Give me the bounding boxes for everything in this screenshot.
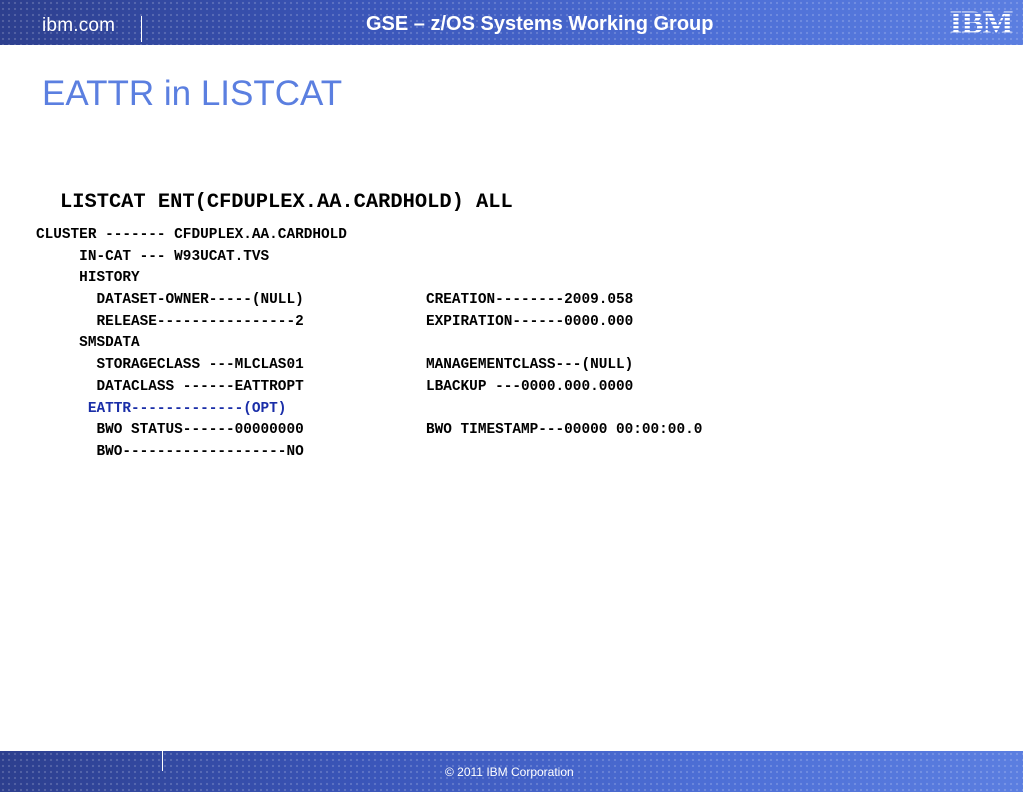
listing-right-text: EXPIRATION------0000.000: [426, 313, 634, 330]
header-bar: ibm.com GSE – z/OS Systems Working Group…: [0, 0, 1023, 45]
listing-right-text: MANAGEMENTCLASS---(NULL): [426, 357, 634, 374]
listcat-output: CLUSTER ------- CFDUPLEX.AA.CARDHOLD IN-…: [36, 225, 996, 464]
deck-title: GSE – z/OS Systems Working Group: [366, 13, 714, 35]
listing-line: DATASET-OWNER-----(NULL) CREATION--------…: [36, 290, 996, 312]
listcat-command: LISTCAT ENT(CFDUPLEX.AA.CARDHOLD) ALL: [60, 191, 513, 214]
svg-text:IBM: IBM: [950, 6, 1014, 36]
listing-left-text: DATASET-OWNER-----(NULL): [36, 292, 304, 309]
listing-line: EATTR-------------(OPT): [36, 399, 996, 421]
listing-line: HISTORY: [36, 268, 996, 290]
listing-line: BWO STATUS------00000000 BWO TIMESTAMP---…: [36, 420, 996, 442]
listing-right-text: BWO TIMESTAMP---00000 00:00:00.0: [426, 422, 703, 439]
listing-left-text: BWO-------------------NO: [36, 443, 304, 460]
footer-bar: © 2011 IBM Corporation: [0, 751, 1023, 792]
listing-left-text: STORAGECLASS ---MLCLAS01: [36, 357, 304, 374]
listing-left-text: CLUSTER ------- CFDUPLEX.AA.CARDHOLD: [36, 227, 347, 243]
site-label[interactable]: ibm.com: [42, 15, 115, 37]
listing-left-text: BWO STATUS------00000000: [36, 422, 304, 439]
listing-left-text: RELEASE----------------2: [36, 313, 304, 330]
listing-right-text: LBACKUP ---0000.000.0000: [426, 378, 634, 395]
ibm-logo: IBM: [950, 6, 1015, 36]
listing-left-text: SMSDATA: [36, 335, 140, 352]
listing-line: STORAGECLASS ---MLCLAS01 MANAGEMENTCLASS-…: [36, 355, 996, 377]
listing-right-text: CREATION--------2009.058: [426, 292, 634, 309]
listing-line: BWO-------------------NO: [36, 442, 996, 464]
listing-line: CLUSTER ------- CFDUPLEX.AA.CARDHOLD: [36, 225, 996, 247]
listing-line: SMSDATA: [36, 333, 996, 355]
listing-line: IN-CAT --- W93UCAT.TVS: [36, 247, 996, 269]
listing-left-text: HISTORY: [36, 270, 140, 287]
eattr-line: EATTR-------------(OPT): [36, 400, 287, 417]
listing-left-text: DATACLASS ------EATTROPT: [36, 378, 304, 395]
copyright-text: © 2011 IBM Corporation: [445, 765, 574, 779]
listing-line: RELEASE----------------2 EXPIRATION------…: [36, 312, 996, 334]
footer-divider: [162, 751, 163, 771]
header-divider: [141, 16, 142, 42]
listing-left-text: IN-CAT --- W93UCAT.TVS: [36, 248, 270, 265]
listing-line: DATACLASS ------EATTROPT LBACKUP ---0000.…: [36, 377, 996, 399]
page-title: EATTR in LISTCAT: [42, 74, 343, 113]
